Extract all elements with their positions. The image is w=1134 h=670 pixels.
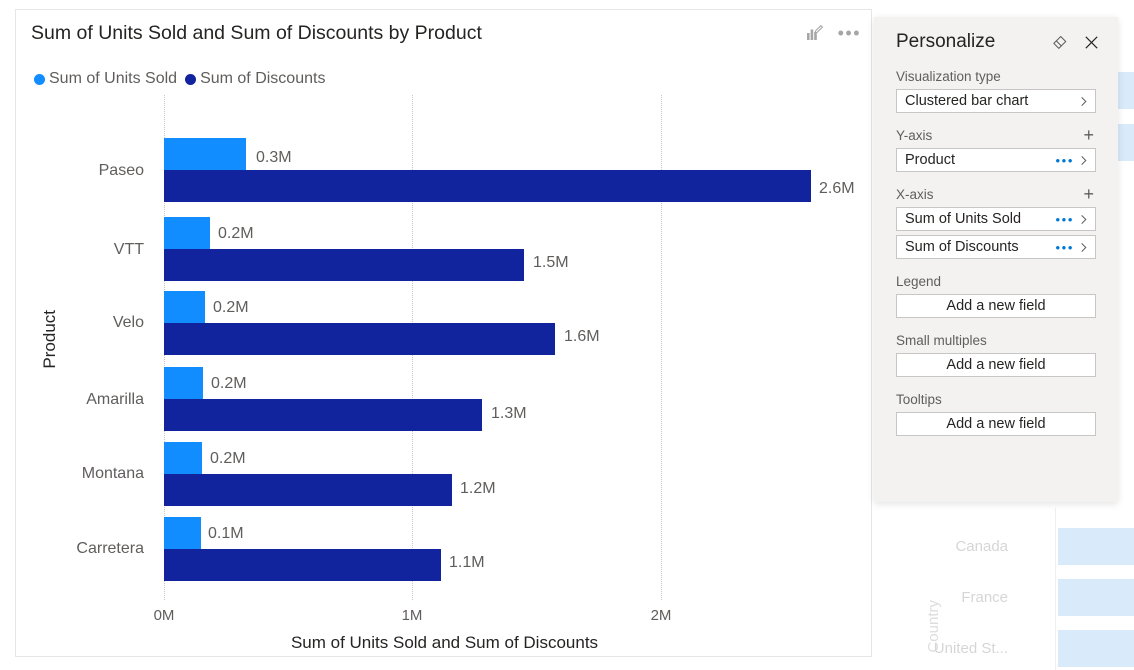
field-text: Sum of Discounts — [905, 239, 1019, 255]
panel-header-icons — [1048, 31, 1102, 53]
background-bar — [1058, 579, 1134, 616]
group-label: Tooltips — [896, 391, 942, 407]
bar-units-sold[interactable] — [164, 291, 205, 323]
field-group-y-axis: Y-axis + Product ••• — [896, 126, 1096, 172]
field-group-small-multiples: Small multiples Add a new field — [896, 331, 1096, 377]
group-head: Small multiples — [896, 331, 1096, 349]
panel-title: Personalize — [896, 31, 996, 52]
bar-data-label: 1.5M — [533, 254, 569, 271]
field-visualization-type[interactable]: Clustered bar chart — [896, 89, 1096, 113]
field-more-options-icon[interactable]: ••• — [1056, 212, 1074, 227]
bar-discounts[interactable] — [164, 399, 482, 431]
bar-data-label: 0.3M — [256, 149, 292, 166]
bar-data-label: 0.2M — [210, 450, 246, 467]
visual-container: Sum of Units Sold and Sum of Discounts b… — [15, 9, 872, 657]
bar-discounts[interactable] — [164, 249, 524, 281]
chevron-right-icon[interactable] — [1078, 155, 1089, 166]
add-x-axis-field-icon[interactable]: + — [1081, 185, 1096, 203]
field-group-legend: Legend Add a new field — [896, 272, 1096, 318]
bar-data-label: 0.1M — [208, 525, 244, 542]
category-label-montana: Montana — [81, 465, 144, 482]
close-icon[interactable] — [1080, 31, 1102, 53]
field-group-visualization-type: Visualization type Clustered bar chart — [896, 67, 1096, 113]
group-head: X-axis + — [896, 185, 1096, 203]
category-label-amarilla: Amarilla — [86, 391, 144, 408]
add-tooltips-field-button[interactable]: Add a new field — [896, 412, 1096, 436]
add-legend-field-button[interactable]: Add a new field — [896, 294, 1096, 318]
chevron-right-icon[interactable] — [1078, 242, 1089, 253]
chevron-right-icon[interactable] — [1078, 96, 1089, 107]
bar-discounts[interactable] — [164, 323, 555, 355]
field-y-axis-product[interactable]: Product ••• — [896, 148, 1096, 172]
report-canvas: by by Canada France United St... Country… — [0, 0, 1134, 670]
category-label-paseo: Paseo — [98, 162, 144, 179]
group-label: Y-axis — [896, 127, 933, 143]
group-label: Small multiples — [896, 332, 987, 348]
group-head: Tooltips — [896, 390, 1096, 408]
field-x-axis-discounts[interactable]: Sum of Discounts ••• — [896, 235, 1096, 259]
category-label-vtt: VTT — [113, 241, 144, 258]
group-label: X-axis — [896, 186, 934, 202]
background-axis-label: Country — [925, 600, 942, 653]
background-category-label: Canada — [955, 538, 1008, 555]
x-axis-tick: 1M — [401, 607, 423, 624]
field-text: Sum of Units Sold — [905, 211, 1022, 227]
field-text: Clustered bar chart — [905, 93, 1029, 109]
field-group-tooltips: Tooltips Add a new field — [896, 390, 1096, 436]
x-axis-tick: 2M — [650, 607, 672, 624]
group-label: Visualization type — [896, 68, 1001, 84]
group-head: Visualization type — [896, 67, 1096, 85]
bar-units-sold[interactable] — [164, 517, 201, 549]
bar-discounts[interactable] — [164, 170, 811, 202]
bar-units-sold[interactable] — [164, 138, 246, 170]
x-axis-title: Sum of Units Sold and Sum of Discounts — [290, 633, 599, 652]
field-more-options-icon[interactable]: ••• — [1056, 153, 1074, 168]
chart-plot-area: Product Paseo 0.3M 2.6M VTT 0.2M 1.5M Ve… — [16, 10, 873, 658]
field-x-axis-units-sold[interactable]: Sum of Units Sold ••• — [896, 207, 1096, 231]
bar-units-sold[interactable] — [164, 217, 210, 249]
personalize-panel-header: Personalize — [874, 17, 1118, 53]
personalize-panel: Personalize Visualization type Clustered… — [874, 17, 1118, 502]
field-more-options-icon[interactable]: ••• — [1056, 240, 1074, 255]
personalize-panel-body: Visualization type Clustered bar chart Y… — [874, 53, 1118, 436]
category-label-velo: Velo — [112, 314, 144, 331]
bar-data-label: 0.2M — [211, 375, 247, 392]
eraser-reset-icon[interactable] — [1048, 31, 1070, 53]
bar-units-sold[interactable] — [164, 442, 202, 474]
bar-data-label: 1.2M — [460, 480, 496, 497]
chevron-right-icon[interactable] — [1078, 214, 1089, 225]
field-group-x-axis: X-axis + Sum of Units Sold ••• Sum of Di… — [896, 185, 1096, 259]
group-head: Legend — [896, 272, 1096, 290]
category-label-carretera: Carretera — [76, 540, 144, 557]
background-bar — [1058, 630, 1134, 667]
bar-discounts[interactable] — [164, 474, 452, 506]
background-category-label: United St... — [933, 640, 1008, 657]
x-axis-tick: 0M — [153, 607, 175, 624]
y-axis-title: Product — [40, 310, 59, 369]
bar-data-label: 2.6M — [819, 180, 855, 197]
background-axis-line — [1055, 508, 1056, 670]
bar-data-label: 0.2M — [218, 225, 254, 242]
add-small-multiples-field-button[interactable]: Add a new field — [896, 353, 1096, 377]
bar-data-label: 1.3M — [491, 405, 527, 422]
field-text: Product — [905, 152, 955, 168]
bar-units-sold[interactable] — [164, 367, 203, 399]
background-bar — [1058, 528, 1134, 565]
bar-data-label: 1.6M — [564, 328, 600, 345]
bar-discounts[interactable] — [164, 549, 441, 581]
bar-data-label: 0.2M — [213, 299, 249, 316]
group-label: Legend — [896, 273, 942, 289]
bar-data-label: 1.1M — [449, 554, 485, 571]
add-y-axis-field-icon[interactable]: + — [1081, 126, 1096, 144]
group-head: Y-axis + — [896, 126, 1096, 144]
background-category-label: France — [961, 589, 1008, 606]
